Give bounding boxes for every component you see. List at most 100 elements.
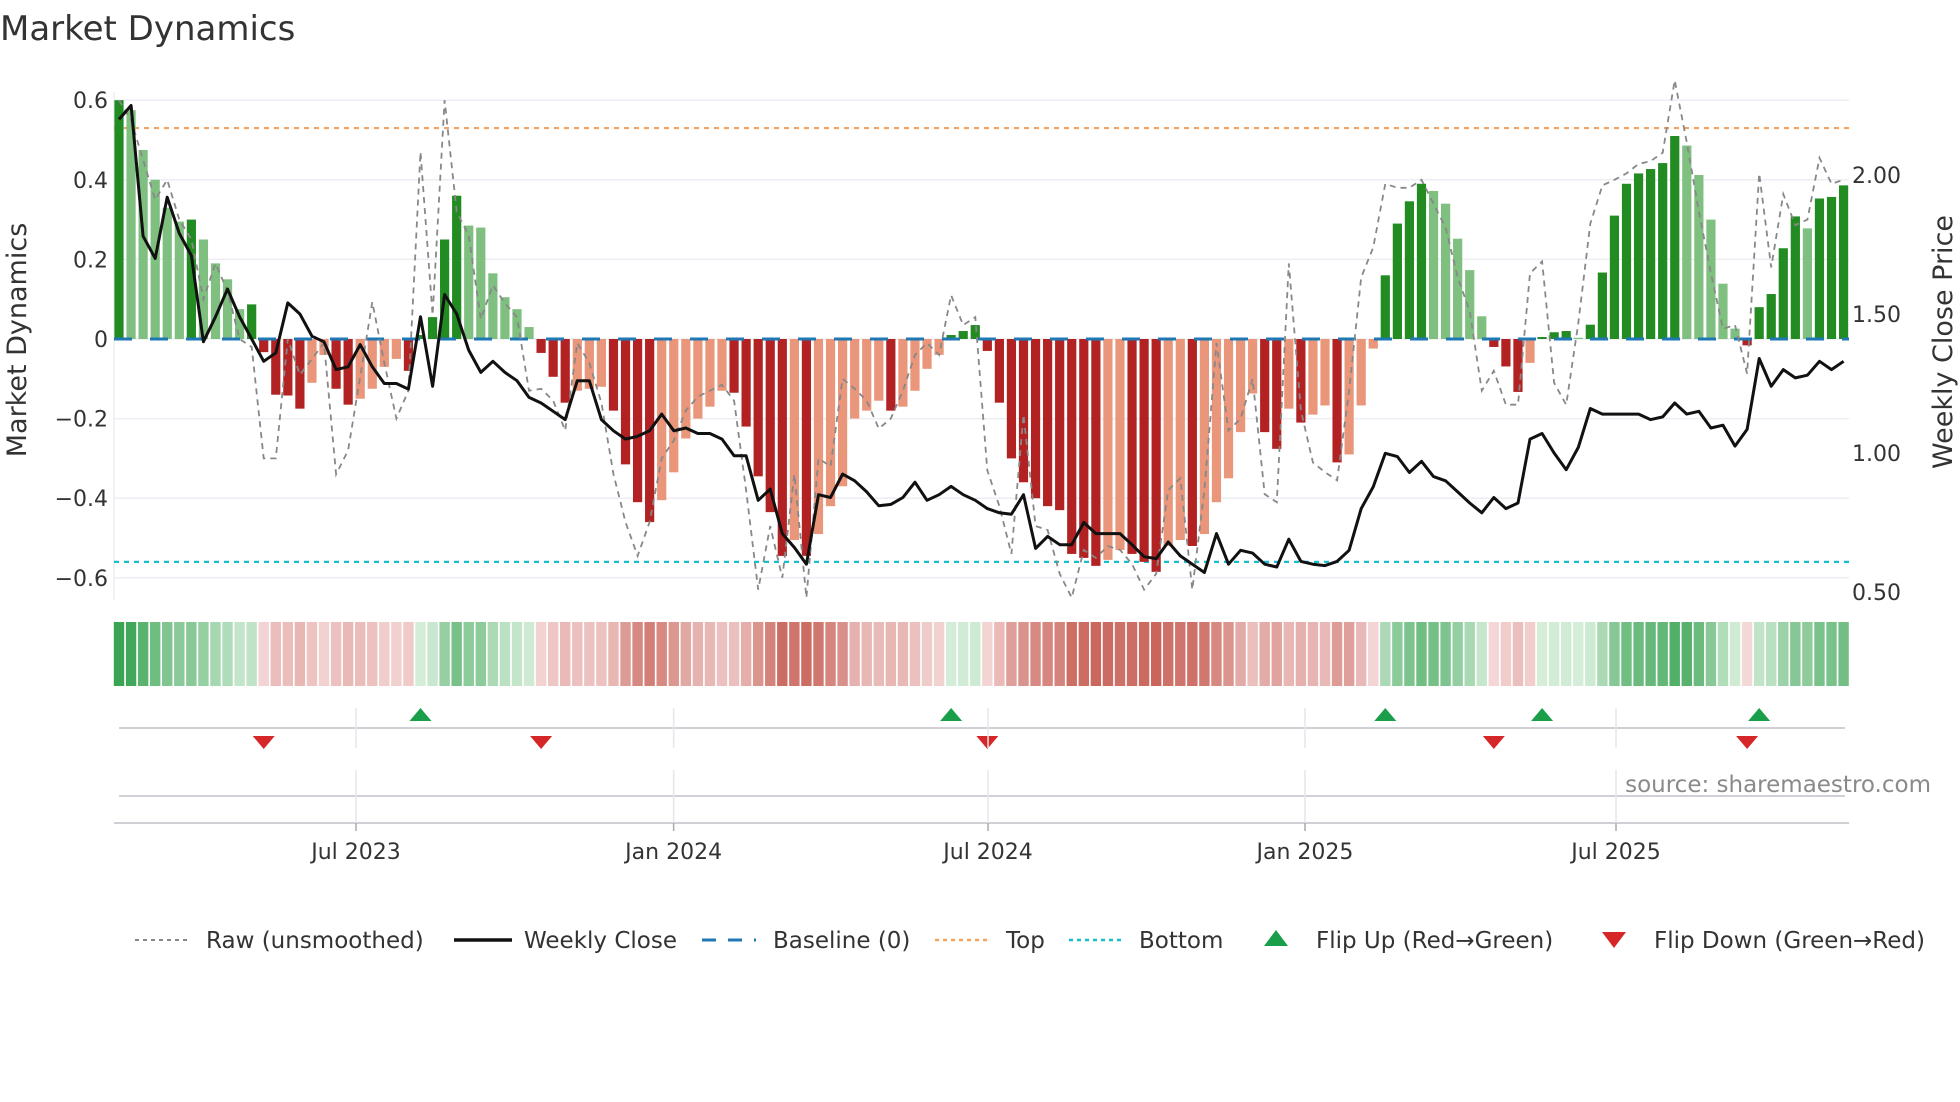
momentum-bar xyxy=(1633,173,1644,339)
heat-cell xyxy=(535,622,547,686)
heat-cell xyxy=(1452,622,1463,686)
momentum-bar xyxy=(753,339,763,477)
momentum-bar xyxy=(1453,238,1463,339)
heat-cell xyxy=(137,622,149,686)
heat-cell xyxy=(1102,622,1114,686)
momentum-bar xyxy=(596,339,606,387)
momentum-bar xyxy=(850,339,860,419)
momentum-bar xyxy=(1151,339,1161,572)
heat-cell xyxy=(1741,622,1753,686)
momentum-bar xyxy=(500,297,510,339)
momentum-bar xyxy=(1163,339,1173,546)
heat-cell xyxy=(439,622,450,686)
momentum-bar xyxy=(1802,228,1812,339)
momentum-bar xyxy=(1380,275,1390,339)
momentum-bar xyxy=(717,339,727,391)
x-axis: Jul 2023 Jan 2024 Jul 2024 Jan 2025 Jul 2025 xyxy=(114,708,1849,865)
heat-cell xyxy=(1331,622,1343,686)
heat-cell xyxy=(933,622,945,686)
y-tick-label: 0 xyxy=(94,328,108,353)
momentum-bar xyxy=(620,339,631,465)
momentum-bar xyxy=(1477,316,1487,339)
flip-up-marker xyxy=(409,708,432,721)
heat-cell xyxy=(1006,622,1017,686)
momentum-bar xyxy=(1235,339,1246,433)
momentum-bar xyxy=(1416,183,1427,339)
heat-cell xyxy=(572,622,583,686)
heat-cell xyxy=(873,622,884,686)
heat-cell xyxy=(487,622,499,686)
heat-cell xyxy=(1778,622,1789,686)
flip-up-marker xyxy=(940,708,963,721)
heat-cell xyxy=(1392,622,1403,686)
momentum-bar xyxy=(1030,339,1041,499)
heat-cell xyxy=(994,622,1005,686)
heat-cell xyxy=(1380,622,1391,686)
heat-cell xyxy=(1573,622,1584,686)
heat-cell xyxy=(1078,622,1089,686)
heat-cell xyxy=(1271,622,1282,686)
heat-cell xyxy=(1319,622,1331,686)
momentum-bar xyxy=(1670,136,1680,339)
momentum-bar xyxy=(259,339,269,353)
heat-cell xyxy=(1814,622,1825,686)
momentum-bar xyxy=(1392,223,1402,339)
heat-cell xyxy=(921,622,933,686)
heat-cell xyxy=(982,622,993,686)
heat-strip xyxy=(113,622,1849,686)
heat-cell xyxy=(765,622,776,686)
heat-cell xyxy=(294,622,306,686)
source-credit: source: sharemaestro.com xyxy=(1625,772,1931,798)
heat-cell xyxy=(560,622,571,686)
legend-label-flipdown: Flip Down (Green→Red) xyxy=(1654,928,1925,954)
momentum-bar xyxy=(1055,339,1065,511)
heat-cell xyxy=(318,622,330,686)
heat-cell xyxy=(1512,622,1524,686)
x-tick-label: Jul 2024 xyxy=(941,840,1033,865)
heat-cell xyxy=(644,622,655,686)
heat-cell xyxy=(728,622,740,686)
market-dynamics-chart: Market Dynamics 0.6 0.4 0.2 0 −0.2 −0.4 −0.6 2… xyxy=(0,9,1959,954)
heat-cell xyxy=(1705,622,1717,686)
heat-cell xyxy=(1187,622,1198,686)
heat-cell xyxy=(1307,622,1319,686)
y2-axis-ticks: 2.00 1.50 1.00 0.50 xyxy=(1852,164,1901,606)
x-tick-label: Jan 2025 xyxy=(1255,840,1354,865)
legend-flip-up-icon xyxy=(1264,930,1288,946)
heat-cell xyxy=(1548,622,1560,686)
momentum-bar xyxy=(1067,339,1077,554)
legend-label-flipup: Flip Up (Red→Green) xyxy=(1316,928,1553,954)
heat-cell xyxy=(1669,622,1680,686)
heat-cell xyxy=(1802,622,1813,686)
heat-cell xyxy=(1368,622,1379,686)
y-tick-label: 0.6 xyxy=(73,89,108,114)
heat-cell xyxy=(210,622,221,686)
momentum-bar xyxy=(295,339,305,409)
heat-cell xyxy=(752,622,764,686)
momentum-bar xyxy=(476,227,486,339)
momentum-bar xyxy=(729,339,739,393)
momentum-bar xyxy=(488,273,498,339)
heat-cell xyxy=(403,622,414,686)
momentum-bar xyxy=(994,339,1004,403)
momentum-bars xyxy=(114,100,1849,572)
heat-cell xyxy=(342,622,354,686)
legend: Raw (unsmoothed) Weekly Close Baseline (0)… xyxy=(135,928,1925,954)
momentum-bar xyxy=(1766,294,1776,339)
heat-cell xyxy=(1428,622,1439,686)
flip-down-marker xyxy=(1482,736,1505,749)
heat-cell xyxy=(186,622,197,686)
momentum-bar xyxy=(1658,163,1668,339)
momentum-bar xyxy=(886,339,896,411)
heat-cell xyxy=(1585,622,1596,686)
momentum-bar xyxy=(1826,196,1837,339)
momentum-bar xyxy=(1018,339,1029,483)
heat-cell xyxy=(1283,622,1295,686)
flip-markers-panel xyxy=(119,708,1845,797)
momentum-bar xyxy=(1790,216,1800,339)
chart-title: Market Dynamics xyxy=(0,9,295,49)
momentum-bar xyxy=(1103,339,1113,560)
heat-cell xyxy=(162,622,173,686)
heat-cell xyxy=(1536,622,1548,686)
momentum-bar xyxy=(536,339,546,353)
